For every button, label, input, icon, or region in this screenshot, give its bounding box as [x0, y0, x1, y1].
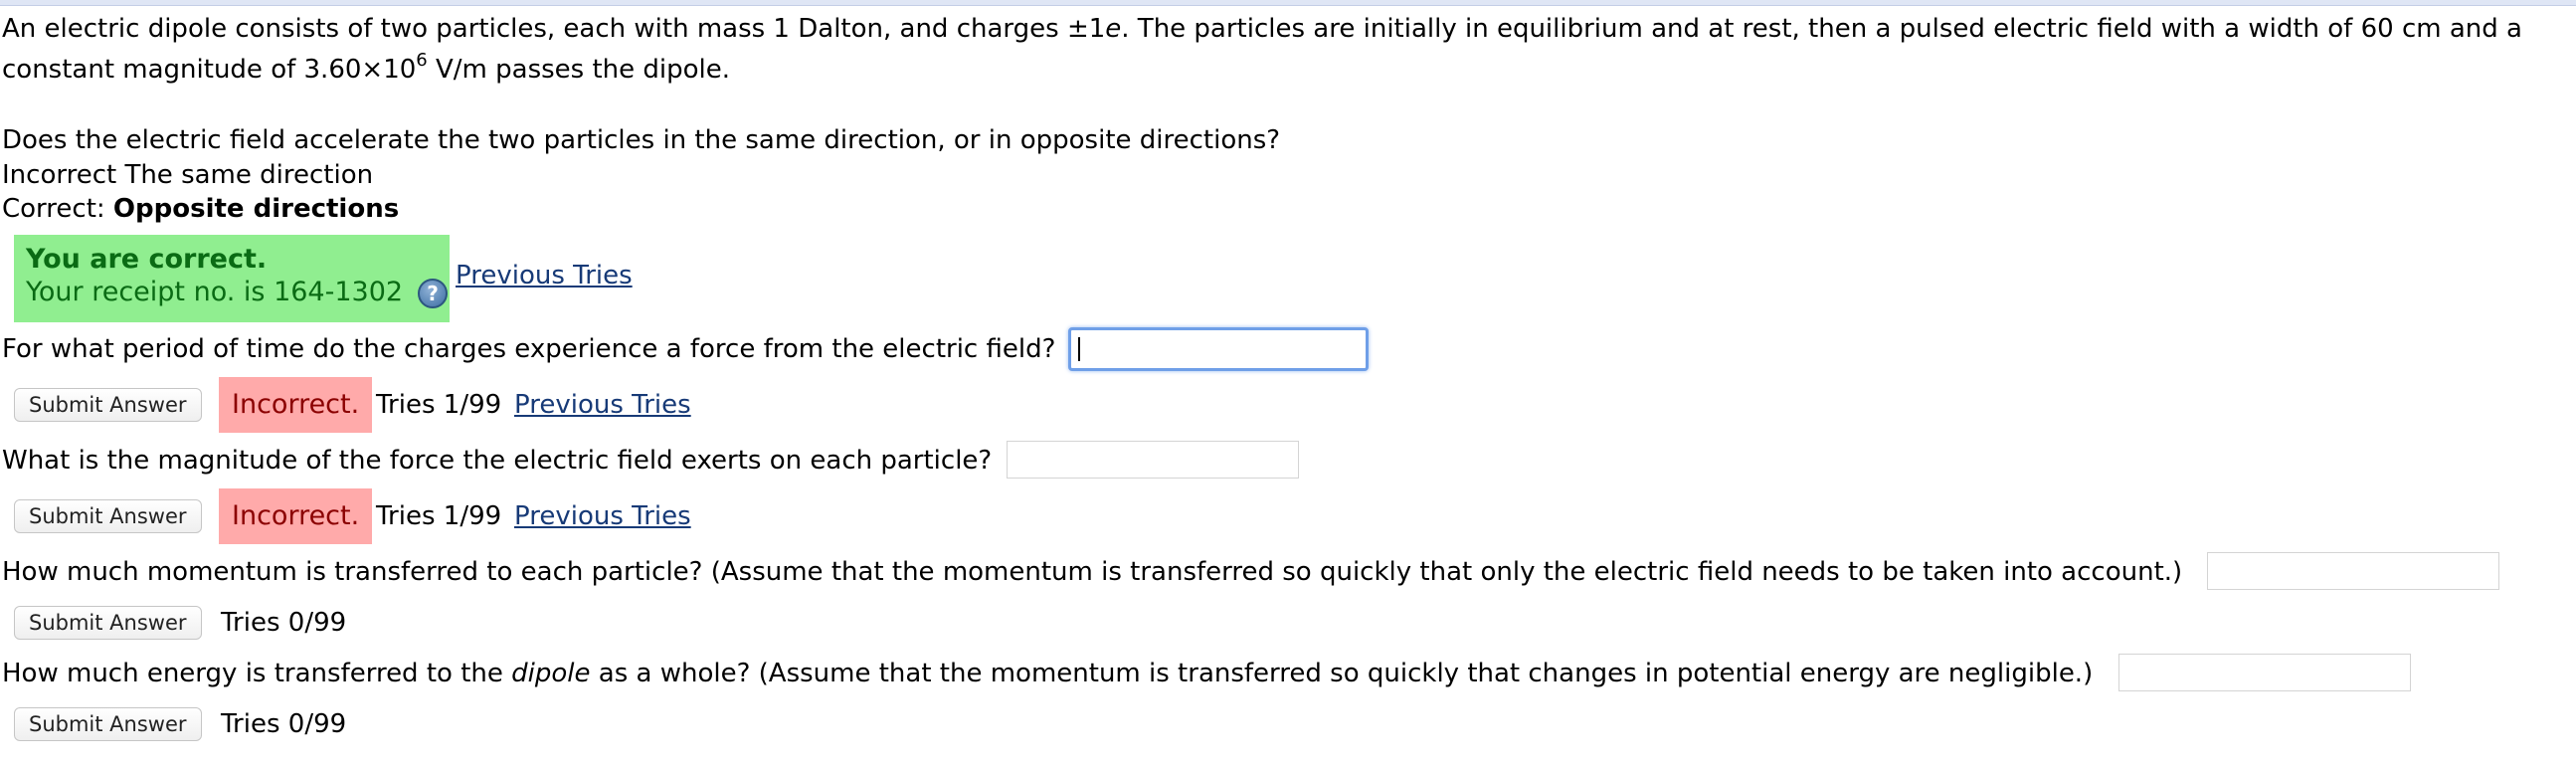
correct-message: You are correct.	[26, 244, 268, 275]
problem-statement-line-2: constant magnitude of 3.60×106 V/m passe…	[2, 50, 731, 87]
q2-previous-tries-wrap: Previous Tries	[514, 388, 691, 422]
q1-previous-tries-link[interactable]: Previous Tries	[456, 261, 633, 290]
q1-incorrect-answer: Incorrect The same direction	[2, 160, 374, 190]
correct-label: Correct:	[2, 194, 113, 224]
q3-answer-input[interactable]	[1007, 441, 1299, 479]
q3-previous-tries-wrap: Previous Tries	[514, 499, 691, 533]
charge-symbol: e	[1105, 14, 1122, 44]
q5-submit-button[interactable]: Submit Answer	[14, 707, 202, 741]
q1-previous-tries-wrap: Previous Tries	[456, 259, 633, 292]
q3-previous-tries-link[interactable]: Previous Tries	[514, 501, 691, 531]
q5-answer-input[interactable]	[2118, 654, 2411, 691]
intro-text: constant magnitude of 3.60×10	[2, 55, 417, 85]
q4-prompt: How much momentum is transferred to each…	[2, 557, 2183, 587]
top-banner	[0, 0, 2576, 6]
q5-prompt: How much energy is transferred to the di…	[2, 657, 2093, 690]
q1-prompt: Does the electric field accelerate the t…	[2, 125, 1281, 155]
q4-answer-input[interactable]	[2207, 552, 2499, 590]
q2-submit-button[interactable]: Submit Answer	[14, 388, 202, 422]
q4-tries: Tries 0/99	[221, 608, 347, 638]
q2-tries: Tries 1/99	[376, 390, 502, 420]
q5-prompt-text: as a whole? (Assume that the momentum is…	[590, 659, 2094, 688]
q5-tries: Tries 0/99	[221, 709, 347, 739]
intro-text: An electric dipole consists of two parti…	[2, 14, 1106, 44]
q2-answer-input[interactable]	[1068, 327, 1369, 371]
q2-incorrect-status: Incorrect.	[219, 377, 373, 433]
q3-incorrect-status: Incorrect.	[219, 488, 373, 544]
q3-prompt: What is the magnitude of the force the e…	[2, 446, 993, 476]
problem-statement-line-1: An electric dipole consists of two parti…	[2, 12, 2522, 46]
intro-text: . The particles are initially in equilib…	[1121, 14, 2522, 44]
q5-prompt-text: How much energy is transferred to the	[2, 659, 512, 688]
intro-text: V/m passes the dipole.	[427, 55, 731, 85]
exponent: 6	[416, 50, 428, 72]
q2-previous-tries-link[interactable]: Previous Tries	[514, 390, 691, 420]
correct-answer-value: Opposite directions	[112, 194, 400, 224]
q2-prompt: For what period of time do the charges e…	[2, 334, 1056, 364]
receipt-number: Your receipt no. is 164-1302	[26, 277, 404, 307]
q5-prompt-emphasis: dipole	[511, 659, 591, 688]
q1-correct-answer: Correct: Opposite directions	[2, 192, 399, 226]
q3-submit-button[interactable]: Submit Answer	[14, 499, 202, 533]
q3-tries: Tries 1/99	[376, 501, 502, 531]
help-icon[interactable]: ?	[418, 279, 448, 308]
q4-submit-button[interactable]: Submit Answer	[14, 606, 202, 640]
text-caret	[1078, 337, 1080, 361]
q1-correct-status: You are correct. Your receipt no. is 164…	[14, 235, 450, 322]
